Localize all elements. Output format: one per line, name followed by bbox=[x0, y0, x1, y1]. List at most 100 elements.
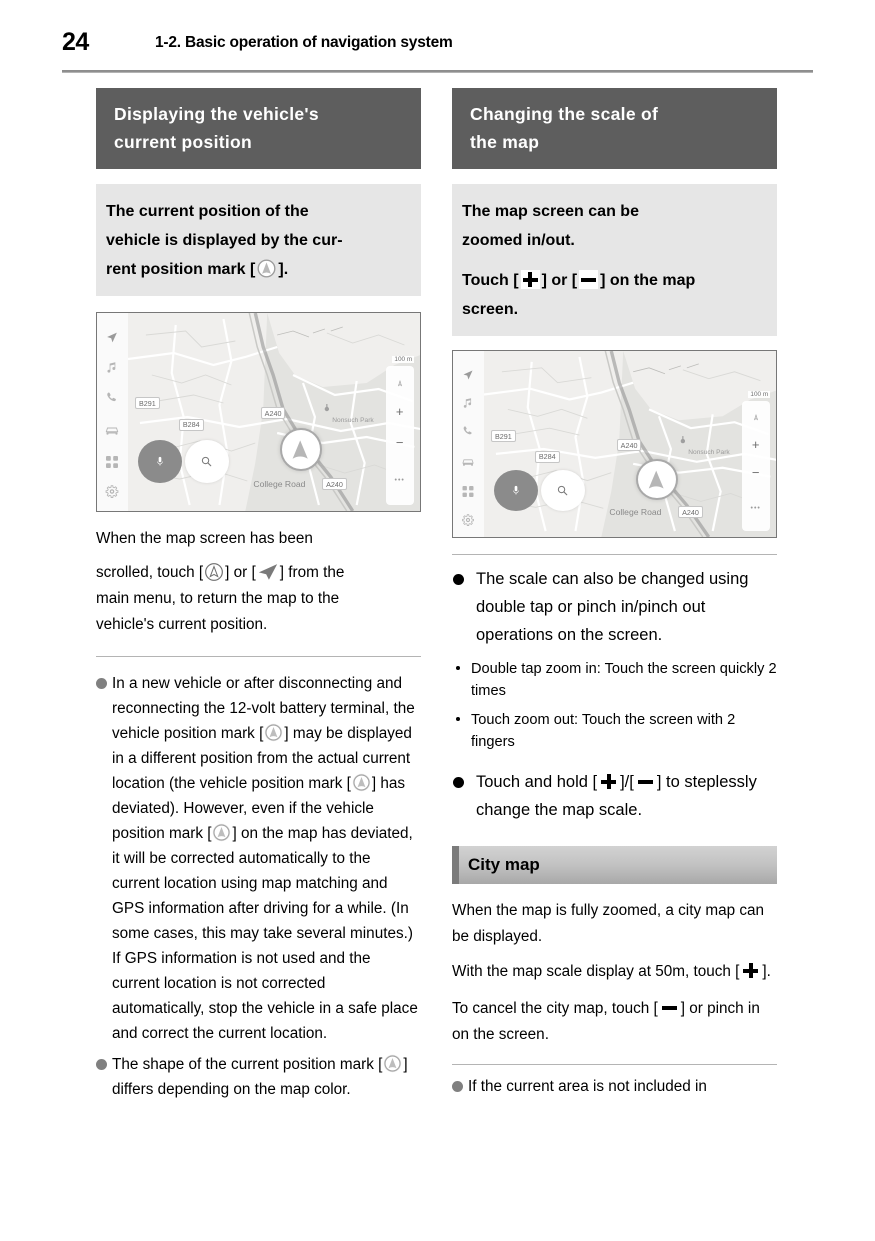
middot-icon bbox=[456, 666, 460, 670]
sub-item-double-tap-text: Double tap zoom in: Touch the screen qui… bbox=[471, 661, 777, 699]
statement-line-1: The current position of the bbox=[106, 203, 309, 220]
position-mark-icon bbox=[264, 723, 283, 742]
settings-gear-icon[interactable] bbox=[462, 513, 475, 531]
sub-item-touch-zoom-out: Touch zoom out: Touch the screen with 2 … bbox=[452, 709, 777, 753]
map-statement-para2-c: ] on the map bbox=[600, 272, 696, 289]
map-zoom-panel[interactable]: + − ••• bbox=[741, 401, 770, 532]
section-title-line2: current position bbox=[114, 132, 252, 152]
city-map-p2-a: With the map scale display at 50m, touch… bbox=[452, 963, 740, 980]
statement-box-map-scale: The map screen can be zoomed in/out. Tou… bbox=[452, 184, 777, 336]
map-statement-para2-d: screen. bbox=[462, 301, 519, 318]
search-button[interactable] bbox=[184, 439, 229, 484]
road-label-b284: B284 bbox=[178, 418, 204, 431]
road-label-a240-upper: A240 bbox=[616, 439, 642, 452]
road-label-b291: B291 bbox=[490, 430, 516, 443]
navigation-arrow-icon[interactable] bbox=[106, 331, 119, 349]
phone-icon[interactable] bbox=[106, 391, 119, 409]
paragraph-line-4: vehicle's current position. bbox=[96, 616, 268, 633]
microphone-button[interactable] bbox=[137, 439, 182, 484]
position-mark-icon bbox=[212, 823, 231, 842]
map-screenshot-left[interactable]: B291 B284 A240 A240 College Road Nonsuch… bbox=[96, 312, 421, 512]
zoom-in-plus-icon bbox=[599, 772, 619, 791]
paragraph-line-1: When the map screen has been bbox=[96, 530, 313, 547]
map-statement-line-2: zoomed in/out. bbox=[462, 232, 575, 249]
current-position-mark bbox=[279, 427, 322, 472]
map-more-options-button[interactable]: ••• bbox=[386, 477, 414, 484]
map-scale-label: 100 m bbox=[392, 355, 415, 363]
section-title-line1: Changing the scale of bbox=[470, 104, 659, 124]
bullet-touch-and-hold: Touch and hold []/[] to steplessly chang… bbox=[452, 768, 777, 824]
bullet-dot-icon bbox=[453, 574, 464, 585]
city-map-p2-b: ]. bbox=[762, 963, 771, 980]
paragraph-line-2-b: ] or [ bbox=[225, 564, 256, 581]
paragraph-line-2-c: ] from the bbox=[279, 564, 345, 581]
note-item-battery: In a new vehicle or after disconnecting … bbox=[96, 671, 421, 1046]
header-divider bbox=[62, 70, 813, 73]
position-mark-icon bbox=[352, 773, 371, 792]
navigation-arrow-mark-icon bbox=[257, 562, 279, 581]
music-note-icon[interactable] bbox=[106, 361, 119, 379]
map-scale-label: 100 m bbox=[748, 390, 771, 398]
map-canvas[interactable]: B291 B284 A240 A240 College Road Nonsuch… bbox=[483, 351, 776, 537]
footer-note-text: If the current area is not included in bbox=[468, 1078, 707, 1095]
apps-grid-icon[interactable] bbox=[106, 455, 119, 473]
map-sidebar bbox=[453, 351, 485, 537]
map-screenshot-right[interactable]: B291 B284 A240 A240 College Road Nonsuch… bbox=[452, 350, 777, 538]
paragraph-line-3: main menu, to return the map to the bbox=[96, 590, 340, 607]
map-zoom-panel[interactable]: + − ••• bbox=[385, 366, 414, 506]
notes-divider bbox=[96, 656, 421, 657]
apps-grid-icon[interactable] bbox=[462, 484, 474, 502]
sub-header-accent-bar bbox=[452, 846, 459, 884]
car-icon[interactable] bbox=[461, 454, 475, 472]
sub-header-city-map: City map bbox=[452, 846, 777, 884]
note-battery-seg4: ] on the map has deviated, it will be co… bbox=[112, 825, 418, 1042]
zoom-out-minus-icon bbox=[659, 998, 679, 1017]
statement-line-3-before: rent position mark [ bbox=[106, 261, 256, 278]
search-button[interactable] bbox=[540, 470, 585, 511]
zoom-out-button[interactable]: − bbox=[742, 466, 770, 479]
map-statement-para2: Touch [] or [] on the map screen. bbox=[462, 266, 762, 324]
page-header: 24 1-2. Basic operation of navigation sy… bbox=[0, 0, 875, 73]
zoom-out-minus-icon bbox=[579, 270, 599, 289]
settings-gear-icon[interactable] bbox=[105, 485, 119, 503]
middot-icon bbox=[456, 717, 460, 721]
paragraph-line-2-a: scrolled, touch [ bbox=[96, 564, 204, 581]
sub-header-label: City map bbox=[468, 855, 540, 874]
current-position-mark bbox=[635, 458, 678, 501]
city-map-description: When the map is fully zoomed, a city map… bbox=[452, 898, 777, 1048]
statement-line-2: vehicle is displayed by the cur- bbox=[106, 232, 343, 249]
phone-icon[interactable] bbox=[462, 424, 474, 442]
bullet-scale-change-text: The scale can also be changed using doub… bbox=[476, 570, 749, 644]
zoom-in-button[interactable]: + bbox=[742, 438, 770, 451]
zoom-in-plus-icon bbox=[520, 270, 540, 289]
bullet-dot-icon bbox=[96, 1059, 107, 1070]
zoom-out-button[interactable]: − bbox=[386, 436, 414, 449]
scroll-return-paragraph: When the map screen has been scrolled, t… bbox=[96, 526, 421, 638]
zoom-in-button[interactable]: + bbox=[386, 405, 414, 418]
section-banner-vehicle-position: Displaying the vehicle's current positio… bbox=[96, 88, 421, 169]
map-canvas[interactable]: B291 B284 A240 A240 College Road Nonsuch… bbox=[127, 313, 420, 511]
compass-north-icon[interactable] bbox=[386, 375, 414, 393]
right-bullets-divider bbox=[452, 554, 777, 555]
map-sidebar bbox=[97, 313, 129, 511]
section-title-line2: the map bbox=[470, 132, 540, 152]
bullet-touch-hold-a: Touch and hold [ bbox=[476, 773, 598, 791]
music-note-icon[interactable] bbox=[462, 396, 474, 414]
footer-note-divider bbox=[452, 1064, 777, 1065]
navigation-arrow-icon[interactable] bbox=[462, 368, 474, 386]
compass-north-icon[interactable] bbox=[742, 409, 770, 427]
road-label-a240-lower: A240 bbox=[322, 478, 347, 491]
car-icon[interactable] bbox=[105, 423, 120, 441]
road-label-b284: B284 bbox=[534, 450, 560, 463]
section-title-line1: Displaying the vehicle's bbox=[114, 104, 319, 124]
page-number: 24 bbox=[62, 28, 89, 56]
road-label-a240-lower: A240 bbox=[678, 506, 703, 519]
bullet-touch-hold-b: ]/[ bbox=[620, 773, 634, 791]
microphone-button[interactable] bbox=[493, 470, 538, 511]
map-statement-para2-b: ] or [ bbox=[541, 272, 578, 289]
bullet-dot-icon bbox=[452, 1081, 463, 1092]
map-more-options-button[interactable]: ••• bbox=[742, 505, 770, 512]
paragraph-line-2: scrolled, touch [ ] or [ ] from the bbox=[96, 560, 421, 586]
city-map-p1: When the map is fully zoomed, a city map… bbox=[452, 902, 765, 945]
city-map-p3: To cancel the city map, touch [] or pinc… bbox=[452, 996, 777, 1048]
